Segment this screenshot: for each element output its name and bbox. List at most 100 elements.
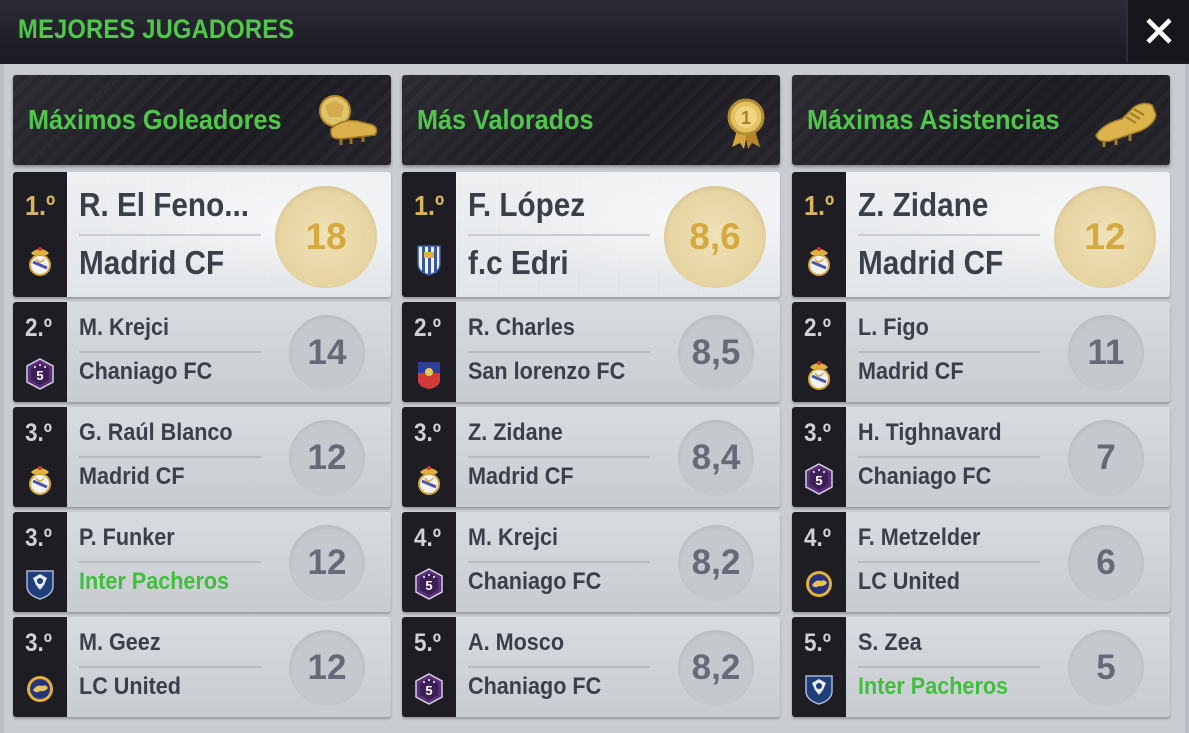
ranking-row[interactable]: 4.º M. Krejci Chaniago FC 8,2 bbox=[402, 512, 780, 612]
madrid-crest-icon bbox=[25, 463, 55, 495]
stat-value: 6 bbox=[1068, 525, 1144, 601]
ranking-row[interactable]: 5.º A. Mosco Chaniago FC 8,2 bbox=[402, 617, 780, 717]
stat-value: 14 bbox=[289, 315, 365, 391]
player-name: A. Mosco bbox=[468, 629, 565, 656]
column-title: Máximos Goleadores bbox=[28, 104, 282, 135]
madrid-crest-icon bbox=[25, 244, 55, 276]
title-bar: MEJORES JUGADORES bbox=[0, 0, 1189, 64]
ranking-row[interactable]: 1.º Z. Zidane Madrid CF 12 bbox=[792, 172, 1170, 297]
rank-label: 1.º bbox=[804, 190, 835, 221]
player-name: R. El Feno... bbox=[79, 186, 249, 223]
player-name: G. Raúl Blanco bbox=[79, 419, 233, 446]
stat-value: 5 bbox=[1068, 630, 1144, 706]
rank-label: 5.º bbox=[804, 629, 831, 657]
ranking-row[interactable]: 1.º R. El Feno... Madrid CF 18 bbox=[13, 172, 391, 297]
medal-icon: 1 bbox=[727, 98, 765, 149]
chaniago-crest-icon bbox=[25, 358, 55, 390]
ranking-row[interactable]: 3.º Z. Zidane Madrid CF 8,4 bbox=[402, 407, 780, 507]
ranking-row[interactable]: 3.º P. Funker Inter Pacheros 12 bbox=[13, 512, 391, 612]
column-top-assists: Máximas Asistencias 1.º Z. Zidane Madrid… bbox=[792, 75, 1170, 717]
player-name: S. Zea bbox=[858, 629, 922, 656]
ball-and-boot-icon bbox=[319, 95, 378, 145]
club-name: Madrid CF bbox=[79, 463, 185, 490]
svg-text:1: 1 bbox=[741, 108, 751, 128]
rank-label: 4.º bbox=[804, 524, 831, 552]
ranking-row[interactable]: 2.º L. Figo Madrid CF 11 bbox=[792, 302, 1170, 402]
player-name: P. Funker bbox=[79, 524, 175, 551]
chaniago-crest-icon bbox=[414, 673, 444, 705]
madrid-crest-icon bbox=[414, 463, 444, 495]
pacheros-crest-icon bbox=[25, 568, 55, 600]
player-name: F. Metzelder bbox=[858, 524, 981, 551]
player-name: M. Krejci bbox=[468, 524, 559, 551]
rank-label: 4.º bbox=[414, 524, 441, 552]
rank-label: 2.º bbox=[804, 314, 831, 342]
stat-value: 8,5 bbox=[678, 315, 754, 391]
rank-label: 3.º bbox=[25, 419, 52, 447]
madrid-crest-icon bbox=[804, 358, 834, 390]
ranking-row[interactable]: 2.º M. Krejci Chaniago FC 14 bbox=[13, 302, 391, 402]
stat-value: 12 bbox=[1054, 186, 1156, 288]
san-lorenzo-crest-icon bbox=[414, 358, 444, 390]
ranking-row[interactable]: 3.º H. Tighnavard Chaniago FC 7 bbox=[792, 407, 1170, 507]
page-title: MEJORES JUGADORES bbox=[18, 14, 295, 44]
column-top-rated: Más Valorados 1 1.º F. López f.c Edri 8,… bbox=[402, 75, 780, 717]
lc-united-crest-icon bbox=[25, 673, 55, 705]
club-name: San lorenzo FC bbox=[468, 358, 626, 385]
stat-value: 12 bbox=[289, 420, 365, 496]
club-name: Madrid CF bbox=[79, 244, 225, 281]
stat-value: 12 bbox=[289, 525, 365, 601]
rank-label: 5.º bbox=[414, 629, 441, 657]
ranking-row[interactable]: 5.º S. Zea Inter Pacheros 5 bbox=[792, 617, 1170, 717]
rank-label: 3.º bbox=[25, 629, 52, 657]
stat-value: 18 bbox=[275, 186, 377, 288]
rank-label: 1.º bbox=[414, 190, 445, 221]
chaniago-crest-icon bbox=[414, 568, 444, 600]
club-name-highlighted: Inter Pacheros bbox=[858, 673, 1009, 700]
column-header: Máximos Goleadores bbox=[13, 75, 391, 165]
column-top-scorers: Máximos Goleadores 1.º R. El Feno... Mad… bbox=[13, 75, 391, 717]
column-title: Máximas Asistencias bbox=[807, 104, 1060, 135]
ranking-row[interactable]: 2.º R. Charles San lorenzo FC 8,5 bbox=[402, 302, 780, 402]
rank-label: 2.º bbox=[25, 314, 52, 342]
club-name: f.c Edri bbox=[468, 244, 569, 281]
club-name-highlighted: Inter Pacheros bbox=[79, 568, 230, 595]
player-name: R. Charles bbox=[468, 314, 575, 341]
close-button[interactable] bbox=[1126, 0, 1189, 62]
player-name: M. Krejci bbox=[79, 314, 170, 341]
stat-value: 8,2 bbox=[678, 525, 754, 601]
pacheros-crest-icon bbox=[804, 673, 834, 705]
column-header: Más Valorados 1 bbox=[402, 75, 780, 165]
player-name: H. Tighnavard bbox=[858, 419, 1002, 446]
rank-label: 3.º bbox=[25, 524, 52, 552]
column-title: Más Valorados bbox=[417, 104, 594, 135]
rank-label: 3.º bbox=[804, 419, 831, 447]
edri-crest-icon bbox=[414, 244, 444, 276]
stat-value: 8,6 bbox=[664, 186, 766, 288]
stat-value: 12 bbox=[289, 630, 365, 706]
ranking-row[interactable]: 1.º F. López f.c Edri 8,6 bbox=[402, 172, 780, 297]
rank-label: 3.º bbox=[414, 419, 441, 447]
club-name: Chaniago FC bbox=[468, 673, 602, 700]
close-icon bbox=[1145, 17, 1173, 45]
club-name: Chaniago FC bbox=[468, 568, 602, 595]
lc-united-crest-icon bbox=[804, 568, 834, 600]
stat-value: 8,2 bbox=[678, 630, 754, 706]
ranking-row[interactable]: 3.º M. Geez LC United 12 bbox=[13, 617, 391, 717]
ranking-row[interactable]: 4.º F. Metzelder LC United 6 bbox=[792, 512, 1170, 612]
ranking-row[interactable]: 3.º G. Raúl Blanco Madrid CF 12 bbox=[13, 407, 391, 507]
club-name: Chaniago FC bbox=[858, 463, 992, 490]
stat-value: 11 bbox=[1068, 315, 1144, 391]
club-name: Madrid CF bbox=[468, 463, 574, 490]
madrid-crest-icon bbox=[804, 244, 834, 276]
golden-boot-icon bbox=[1095, 102, 1157, 147]
player-name: F. López bbox=[468, 186, 586, 223]
chaniago-crest-icon bbox=[804, 463, 834, 495]
rank-label: 2.º bbox=[414, 314, 441, 342]
stat-value: 7 bbox=[1068, 420, 1144, 496]
club-name: LC United bbox=[858, 568, 960, 595]
player-name: Z. Zidane bbox=[468, 419, 563, 446]
player-name: Z. Zidane bbox=[858, 186, 989, 223]
column-header: Máximas Asistencias bbox=[792, 75, 1170, 165]
stat-value: 8,4 bbox=[678, 420, 754, 496]
